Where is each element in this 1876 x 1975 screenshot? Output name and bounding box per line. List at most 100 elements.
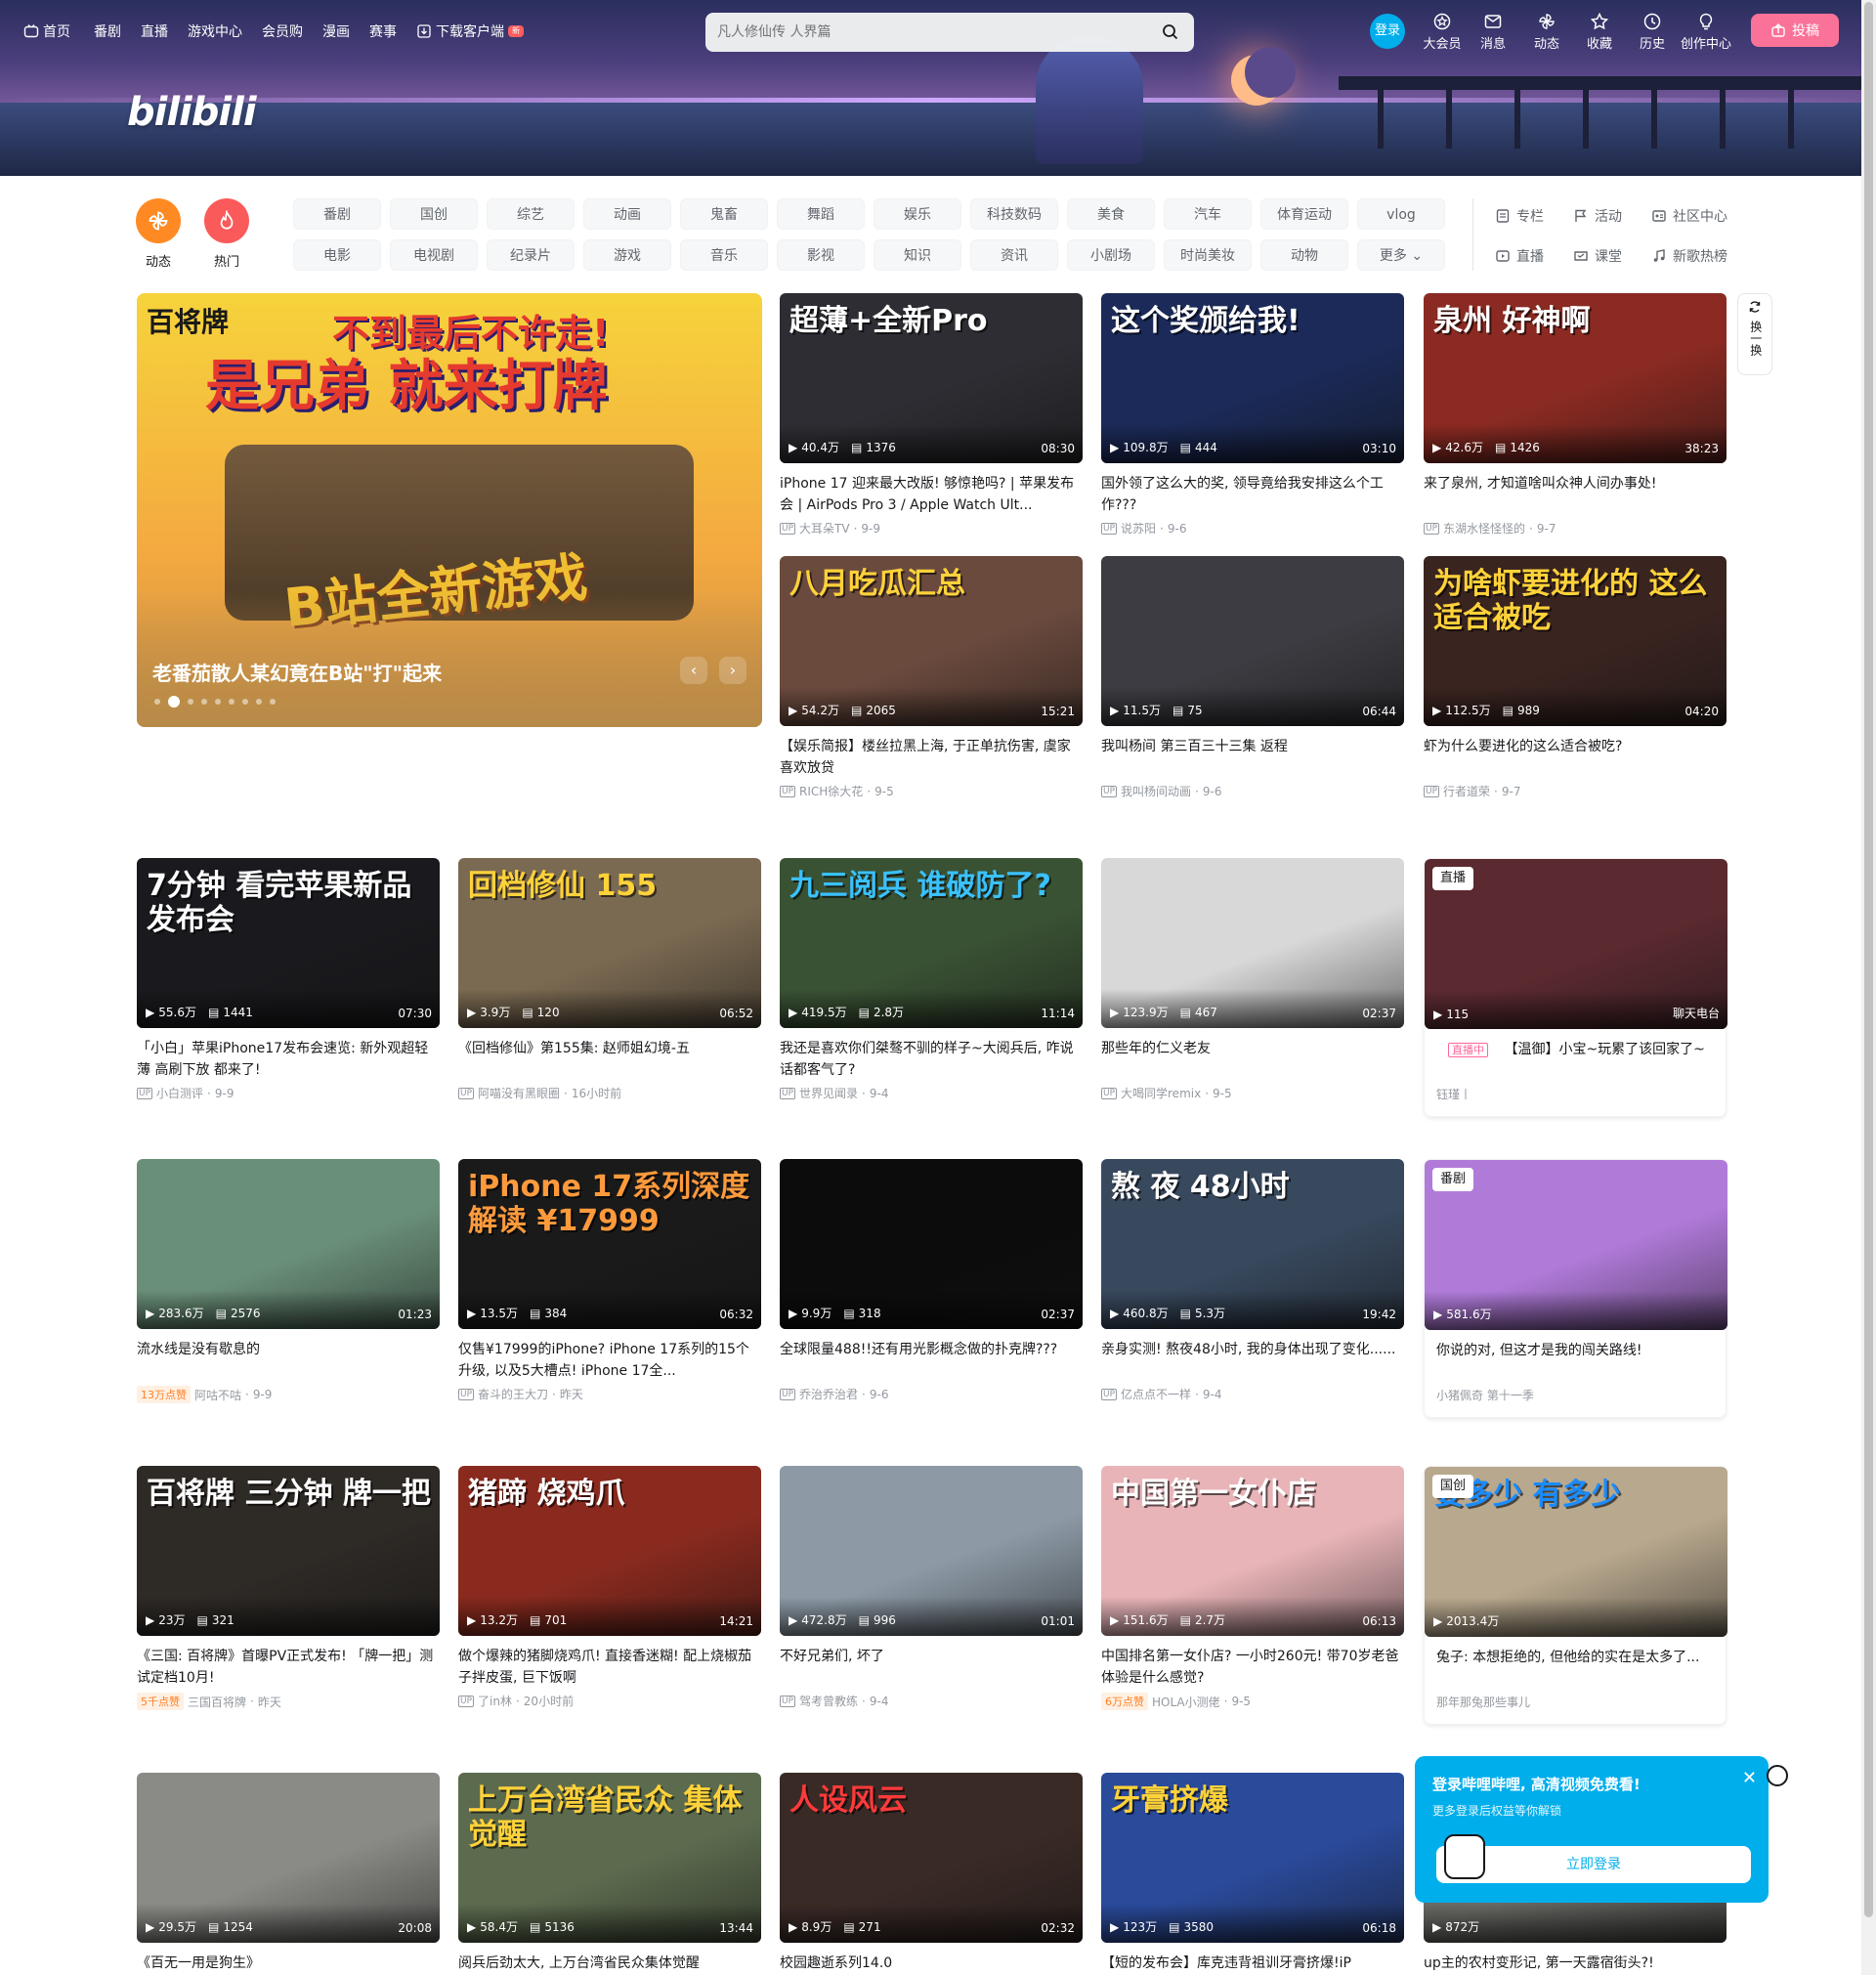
category-button[interactable]: 影视 xyxy=(777,239,865,271)
video-title[interactable]: 校园趣逝系列14.0 xyxy=(780,1953,1083,1975)
video-thumbnail[interactable]: 要多少 有多少 国创 ▶ 2013.4万 xyxy=(1425,1467,1727,1637)
category-button[interactable]: 综艺 xyxy=(487,198,575,230)
uploader-name[interactable]: 驾考曾教练 xyxy=(799,1693,858,1709)
video-thumbnail[interactable]: 为啥虾要进化的 这么适合被吃 ▶ 112.5万 ▤ 989 04:20 xyxy=(1424,556,1727,726)
category-button[interactable]: 动画 xyxy=(583,198,671,230)
nav-manga[interactable]: 漫画 xyxy=(322,21,350,41)
video-title[interactable]: 全球限量488!!还有用光影概念做的扑克牌??? xyxy=(780,1339,1083,1382)
nav-download[interactable]: 下载客户端 新 xyxy=(416,21,524,41)
category-button[interactable]: 知识 xyxy=(874,239,961,271)
video-title[interactable]: 做个爆辣的猪脚烧鸡爪! 直接香迷糊! 配上烧椒茄子拌皮蛋, 巨下饭啊 xyxy=(458,1646,761,1689)
nav-esports[interactable]: 赛事 xyxy=(369,21,397,41)
category-button[interactable]: 鬼畜 xyxy=(680,198,768,230)
category-button[interactable]: 时尚美妆 xyxy=(1164,239,1252,271)
video-thumbnail[interactable]: 泉州 好神啊 ▶ 42.6万 ▤ 1426 38:23 xyxy=(1424,293,1727,463)
nav-favorites[interactable]: 收藏 xyxy=(1572,12,1627,52)
video-card[interactable]: 7分钟 看完苹果新品 发布会 ▶ 55.6万 ▤ 1441 07:30 「小白」苹果iPho… xyxy=(137,858,440,1101)
nav-game-center[interactable]: 游戏中心 xyxy=(188,21,242,41)
video-thumbnail[interactable]: 猪蹄 烧鸡爪 ▶ 13.2万 ▤ 701 14:21 xyxy=(458,1466,761,1636)
carousel-dot[interactable] xyxy=(242,699,248,705)
nav-bangumi[interactable]: 番剧 xyxy=(94,21,121,41)
nav-messages[interactable]: 消息 xyxy=(1466,12,1520,52)
video-card[interactable]: 要多少 有多少 国创 ▶ 2013.4万兔子: 本想拒绝的, 但他给的实在是太多了..… xyxy=(1424,1466,1727,1725)
video-card[interactable]: 人设风云 ▶ 8.9万 ▤ 271 02:32 校园趣逝系列14.0 xyxy=(780,1773,1083,1975)
nav-vip[interactable]: 大会员 xyxy=(1415,12,1470,52)
video-title[interactable]: 那些年的仁义老友 xyxy=(1101,1038,1404,1081)
video-title[interactable]: 兔子: 本想拒绝的, 但他给的实在是太多了... xyxy=(1425,1647,1726,1690)
carousel-dot[interactable] xyxy=(188,699,193,705)
video-thumbnail[interactable]: 直播 ▶ 115 聊天电台 xyxy=(1425,859,1727,1029)
category-button[interactable]: 国创 xyxy=(390,198,478,230)
nav-home[interactable]: 首页 xyxy=(23,21,70,41)
video-card[interactable]: ▶ 472.8万 ▤ 996 01:01 不好兄弟们, 坏了 UP 驾考曾教练 · 9-4 xyxy=(780,1466,1083,1709)
category-button[interactable]: 资讯 xyxy=(970,239,1058,271)
video-card[interactable]: 超薄+全新Pro ▶ 40.4万 ▤ 1376 08:30 iPhone 17 迎来最大改版… xyxy=(780,293,1083,537)
category-button[interactable]: 动物 xyxy=(1260,239,1348,271)
video-title[interactable]: 「小白」苹果iPhone17发布会速览: 新外观超轻薄 高刷下放 都来了! xyxy=(137,1038,440,1081)
video-card[interactable]: ▶ 283.6万 ▤ 2576 01:23 流水线是没有歇息的 13万点赞 阿咕不咕 · 9-9 xyxy=(137,1159,440,1403)
video-card[interactable]: 百将牌 三分钟 牌一把 ▶ 23万 ▤ 321 《三国: 百将牌》首曝PV正式发布! 「牌… xyxy=(137,1466,440,1710)
carousel-dot[interactable] xyxy=(229,699,234,705)
video-card[interactable]: 牙膏挤爆 ▶ 123万 ▤ 3580 06:18 【短的发布会】库克违背祖训牙膏挤爆!iP xyxy=(1101,1773,1404,1975)
uploader-name[interactable]: HOLA小测佬 xyxy=(1152,1694,1220,1710)
carousel-dot[interactable] xyxy=(256,699,262,705)
video-title[interactable]: 来了泉州, 才知道啥叫众神人间办事处! xyxy=(1424,473,1727,516)
video-card[interactable]: 这个奖颁给我! ▶ 109.8万 ▤ 444 03:10 国外领了这么大的奖, 领导竟给我安… xyxy=(1101,293,1404,537)
video-card[interactable]: ▶ 29.5万 ▤ 1254 20:08 《百无一用是狗生》 xyxy=(137,1773,440,1975)
uploader-name[interactable]: 乔治乔治君 xyxy=(799,1386,858,1402)
category-button[interactable]: 科技数码 xyxy=(970,198,1058,230)
video-card[interactable]: iPhone 17系列深度解读 ¥17999 ▶ 13.5万 ▤ 384 06:32 仅售¥… xyxy=(458,1159,761,1402)
video-card[interactable]: 泉州 好神啊 ▶ 42.6万 ▤ 1426 38:23 来了泉州, 才知道啥叫众神人间办事处… xyxy=(1424,293,1727,537)
video-card[interactable]: 熬 夜 48小时 ▶ 460.8万 ▤ 5.3万 19:42 亲身实测! 熬夜48小时, 我… xyxy=(1101,1159,1404,1402)
category-button[interactable]: 电影 xyxy=(293,239,381,271)
uploader-name[interactable]: 阿咕不咕 xyxy=(194,1387,241,1403)
scrollbar-thumb[interactable] xyxy=(1864,2,1873,1917)
uploader-name[interactable]: 行者道荣 xyxy=(1443,783,1490,799)
carousel-prev-button[interactable]: ‹ xyxy=(680,657,707,684)
close-icon[interactable]: ✕ xyxy=(1742,1768,1757,1788)
featured-carousel[interactable]: 百将牌 不到最后不许走! 是兄弟 就来打牌 B站全新游戏 老番茄散人某幻竟在B站… xyxy=(137,293,762,727)
uploader-name[interactable]: 大喝同学remix xyxy=(1121,1085,1201,1101)
video-title[interactable]: 亲身实测! 熬夜48小时, 我的身体出现了变化...... xyxy=(1101,1339,1404,1382)
video-title[interactable]: 中国排名第一女仆店? 一小时260元! 带70岁老爸体验是什么感觉? xyxy=(1101,1646,1404,1689)
video-card[interactable]: 九三阅兵 谁破防了? ▶ 419.5万 ▤ 2.8万 11:14 我还是喜欢你们桀骜不驯的样… xyxy=(780,858,1083,1101)
channel-dynamic[interactable]: 动态 xyxy=(129,198,188,270)
video-title[interactable]: 不好兄弟们, 坏了 xyxy=(780,1646,1083,1689)
link-music-chart[interactable]: 新歌热榜 xyxy=(1651,246,1727,266)
uploader-name[interactable]: 小猪佩奇 第十一季 xyxy=(1436,1387,1534,1403)
video-thumbnail[interactable]: 超薄+全新Pro ▶ 40.4万 ▤ 1376 08:30 xyxy=(780,293,1083,463)
login-avatar-button[interactable]: 登录 xyxy=(1370,14,1405,49)
nav-dynamic[interactable]: 动态 xyxy=(1519,12,1574,52)
nav-history[interactable]: 历史 xyxy=(1625,12,1680,52)
video-title[interactable]: iPhone 17 迎来最大改版! 够惊艳吗? | 苹果发布会 | AirPod… xyxy=(780,473,1083,516)
uploader-name[interactable]: 那年那兔那些事儿 xyxy=(1436,1694,1530,1710)
video-title[interactable]: 你说的对, 但这才是我的闯关路线! xyxy=(1425,1340,1726,1383)
video-thumbnail[interactable]: ▶ 123.9万 ▤ 467 02:37 xyxy=(1101,858,1404,1028)
category-button[interactable]: 纪录片 xyxy=(487,239,575,271)
search-input[interactable] xyxy=(717,24,1159,40)
link-classroom[interactable]: 课堂 xyxy=(1573,246,1622,266)
video-card[interactable]: 为啥虾要进化的 这么适合被吃 ▶ 112.5万 ▤ 989 04:20 虾为什么要进化的这么… xyxy=(1424,556,1727,799)
video-card[interactable]: 上万台湾省民众 集体觉醒 ▶ 58.4万 ▤ 5136 13:44 阅兵后劲太大, 上万台湾… xyxy=(458,1773,761,1975)
featured-title[interactable]: 老番茄散人某幻竟在B站"打"起来 xyxy=(152,658,442,686)
category-button[interactable]: 番剧 xyxy=(293,198,381,230)
carousel-dot[interactable] xyxy=(215,699,221,705)
video-title[interactable]: 流水线是没有歇息的 xyxy=(137,1339,440,1382)
video-title[interactable]: 我叫杨间 第三百三十三集 返程 xyxy=(1101,736,1404,779)
uploader-name[interactable]: 三国百将牌 xyxy=(188,1694,246,1710)
link-activity[interactable]: 活动 xyxy=(1573,206,1622,226)
video-title[interactable]: 《回档修仙》第155集: 赵师姐幻境-五 xyxy=(458,1038,761,1081)
uploader-name[interactable]: 大耳朵TV xyxy=(799,520,850,537)
video-title[interactable]: 虾为什么要进化的这么适合被吃? xyxy=(1424,736,1727,779)
video-title[interactable]: up主的农村变形记, 第一天露宿街头?! xyxy=(1424,1953,1727,1975)
video-card[interactable]: 回档修仙 155 ▶ 3.9万 ▤ 120 06:52 《回档修仙》第155集: 赵师姐幻境… xyxy=(458,858,761,1101)
video-card[interactable]: 八月吃瓜汇总 ▶ 54.2万 ▤ 2065 15:21 【娱乐简报】楼丝拉黑上海, 于正单抗… xyxy=(780,556,1083,799)
video-thumbnail[interactable]: 熬 夜 48小时 ▶ 460.8万 ▤ 5.3万 19:42 xyxy=(1101,1159,1404,1329)
category-button[interactable]: 舞蹈 xyxy=(777,198,865,230)
video-thumbnail[interactable]: ▶ 9.9万 ▤ 318 02:37 xyxy=(780,1159,1083,1329)
video-thumbnail[interactable]: 这个奖颁给我! ▶ 109.8万 ▤ 444 03:10 xyxy=(1101,293,1404,463)
video-thumbnail[interactable]: 中国第一女仆店 ▶ 151.6万 ▤ 2.7万 06:13 xyxy=(1101,1466,1404,1636)
category-button[interactable]: 更多 ⌄ xyxy=(1357,239,1445,271)
category-button[interactable]: 体育运动 xyxy=(1260,198,1348,230)
video-title[interactable]: 国外领了这么大的奖, 领导竟给我安排这么个工作??? xyxy=(1101,473,1404,516)
